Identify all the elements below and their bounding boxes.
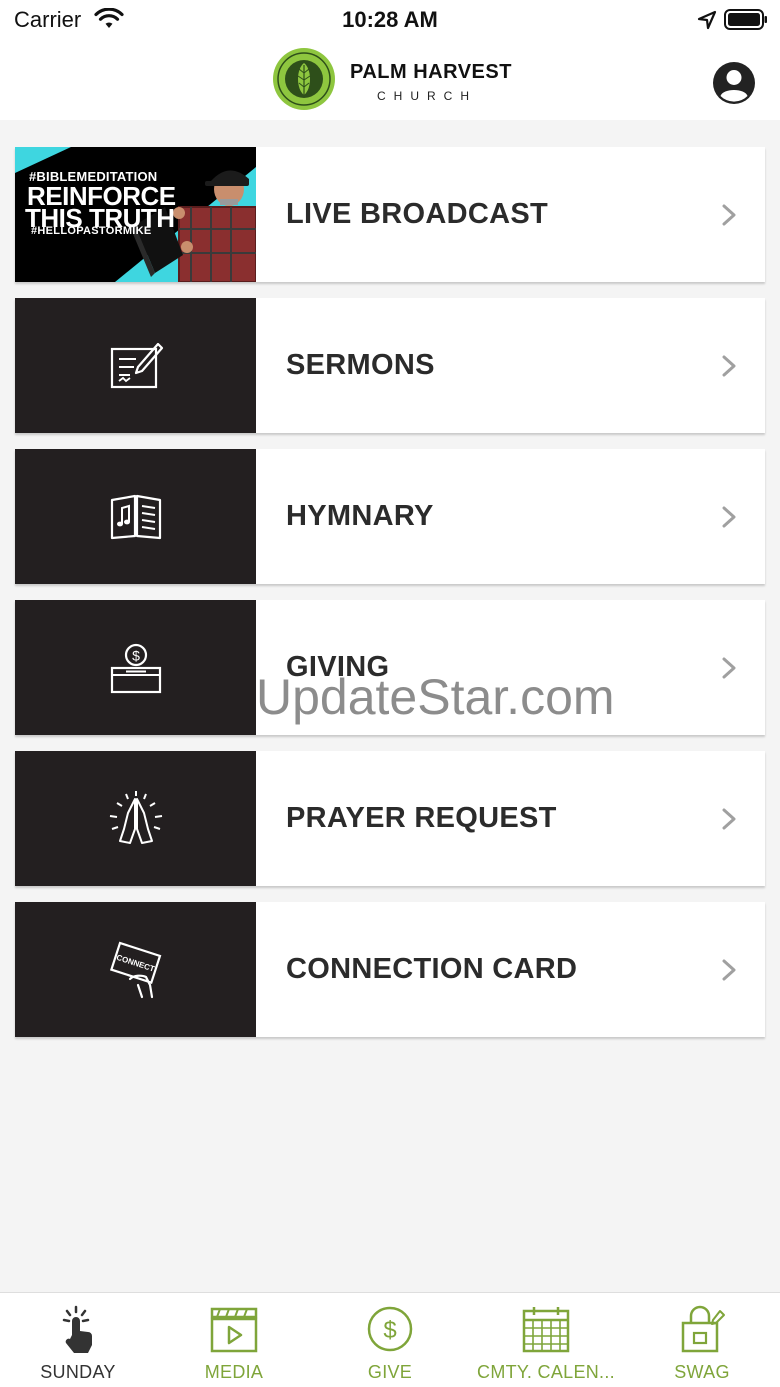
tab-label: CMTY. CALEN...: [477, 1362, 615, 1382]
calendar-icon: [522, 1307, 570, 1353]
donation-box-icon: $: [110, 643, 161, 693]
dollar-coin-icon: $: [367, 1306, 413, 1352]
live-broadcast-thumbnail: #BIBLEMEDITATION REINFORCE THIS TRUTH #H…: [15, 147, 256, 282]
menu-item-label: CONNECTION CARD: [286, 953, 578, 985]
menu-item-label: HYMNARY: [286, 500, 434, 532]
shopping-bag-icon: [681, 1305, 725, 1353]
menu-tile: [15, 298, 256, 433]
chevron-right-icon: [722, 657, 736, 679]
tab-label: MEDIA: [204, 1362, 264, 1382]
tab-community-calendar[interactable]: CMTY. CALEN...: [468, 1293, 624, 1387]
menu-tile: [15, 449, 256, 584]
tab-sunday[interactable]: SUNDAY: [0, 1293, 156, 1387]
praying-hands-icon: [109, 790, 162, 844]
chevron-right-icon: [722, 355, 736, 377]
app-header: PALM HARVEST CHURCH: [0, 40, 780, 120]
svg-text:$: $: [383, 1317, 396, 1344]
menu-tile: $: [15, 600, 256, 735]
logo-subtitle: CHURCH: [377, 89, 477, 103]
profile-icon[interactable]: [712, 61, 756, 105]
menu-item-giving[interactable]: $ GIVING: [15, 600, 765, 735]
logo-title: PALM HARVEST: [350, 61, 512, 83]
menu-tile: [15, 751, 256, 886]
palm-leaf-seal-icon: [273, 48, 335, 110]
battery-icon: [724, 9, 767, 30]
status-bar: Carrier 10:28 AM: [0, 0, 780, 40]
tab-media[interactable]: MEDIA: [156, 1293, 312, 1387]
menu-tile: CONNECT: [15, 902, 256, 1037]
svg-text:$: $: [132, 647, 140, 663]
tab-label: SWAG: [674, 1362, 730, 1382]
chevron-right-icon: [722, 959, 736, 981]
svg-text:CONNECT: CONNECT: [115, 952, 156, 973]
location-arrow-icon: [697, 10, 717, 30]
menu-item-sermons[interactable]: SERMONS: [15, 298, 765, 433]
chevron-right-icon: [722, 808, 736, 830]
menu-item-hymnary[interactable]: HYMNARY: [15, 449, 765, 584]
menu-item-label: GIVING: [286, 651, 390, 683]
tab-label: SUNDAY: [40, 1362, 116, 1382]
tab-label: GIVE: [367, 1362, 413, 1382]
menu-item-label: LIVE BROADCAST: [286, 198, 548, 230]
menu-item-live-broadcast[interactable]: #BIBLEMEDITATION REINFORCE THIS TRUTH #H…: [15, 147, 765, 282]
thumbnail-tag: #HELLOPASTORMIKE: [31, 225, 152, 237]
tab-give[interactable]: $ GIVE: [312, 1293, 468, 1387]
chevron-right-icon: [722, 506, 736, 528]
menu-item-label: PRAYER REQUEST: [286, 802, 557, 834]
menu-item-prayer-request[interactable]: PRAYER REQUEST: [15, 751, 765, 886]
media-player-icon: [210, 1307, 258, 1353]
menu-item-connection-card[interactable]: CONNECT CONNECTION CARD: [15, 902, 765, 1037]
connect-card-icon: CONNECT: [109, 941, 161, 998]
menu-item-label: SERMONS: [286, 349, 435, 381]
tap-hand-icon: [62, 1305, 92, 1353]
tab-bar: SUNDAY MEDIA $ GIVE CMTY. CALEN... SWAG: [0, 1292, 780, 1387]
tab-swag[interactable]: SWAG: [624, 1293, 780, 1387]
hymn-book-icon: [110, 494, 161, 539]
chevron-right-icon: [722, 204, 736, 226]
sermon-notes-icon: [110, 342, 163, 388]
church-logo[interactable]: PALM HARVEST CHURCH: [272, 47, 512, 113]
clock: 10:28 AM: [342, 7, 438, 32]
menu-list: #BIBLEMEDITATION REINFORCE THIS TRUTH #H…: [15, 147, 765, 1053]
